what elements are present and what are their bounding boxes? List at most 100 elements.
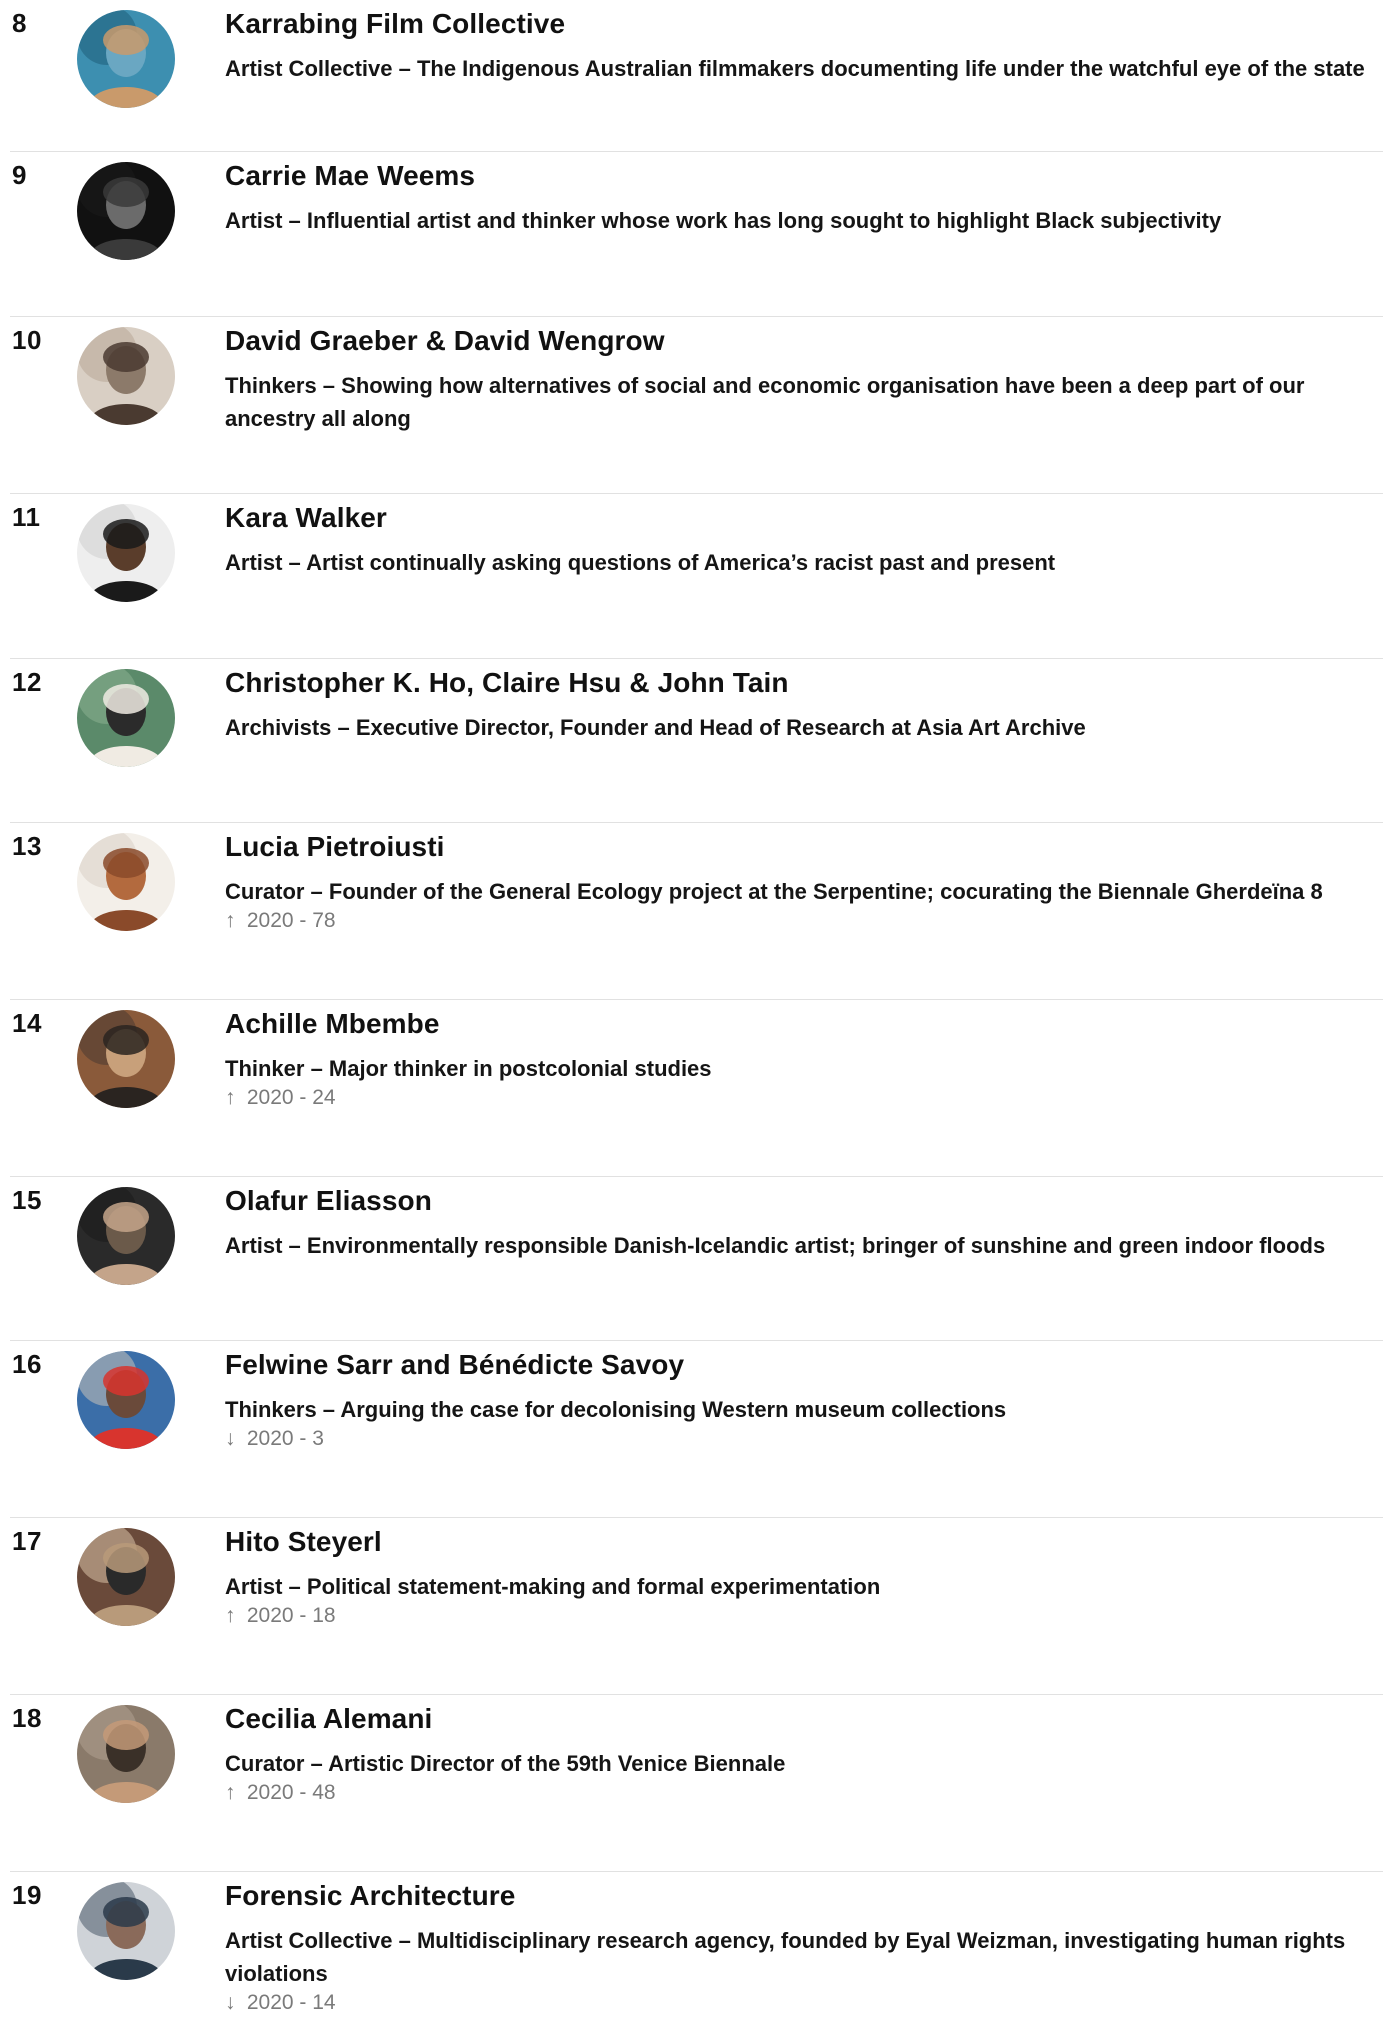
entry-text: Karrabing Film Collective Artist Collecti…: [225, 8, 1375, 85]
avatar[interactable]: [77, 162, 175, 260]
entry-text: Christopher K. Ho, Claire Hsu & John Tai…: [225, 667, 1375, 744]
ranking-change: ↑ 2020 - 48: [225, 1779, 1375, 1807]
ranking-change-text: 2020 - 3: [246, 1427, 324, 1450]
ranking-change: ↑ 2020 - 24: [225, 1084, 1375, 1112]
list-item[interactable]: 15 Olafur Eliasson Artist – Environmental…: [10, 1177, 1383, 1341]
entry-name[interactable]: Achille Mbembe: [225, 1008, 1375, 1040]
ranking-change-text: 2020 - 48: [246, 1781, 336, 1804]
arrow-down-icon: ↓: [225, 1991, 236, 2014]
entry-text: Carrie Mae Weems Artist – Influential art…: [225, 160, 1375, 237]
kara-walker-portrait-icon: [77, 504, 175, 602]
entry-text: Hito Steyerl Artist – Political statement…: [225, 1526, 1375, 1630]
entry-description: Artist Collective – Multidisciplinary re…: [225, 1928, 1346, 1986]
rank-number: 8: [12, 8, 27, 38]
entry-description: Thinker – Major thinker in postcolonial …: [225, 1056, 712, 1081]
list-item[interactable]: 12 Christopher K. Ho, Claire Hsu & John …: [10, 659, 1383, 823]
entry-text: David Graeber & David Wengrow Thinkers – …: [225, 325, 1375, 435]
olafur-eliasson-portrait-icon: [77, 1187, 175, 1285]
avatar[interactable]: [77, 1010, 175, 1108]
rank-number: 16: [12, 1349, 42, 1379]
graeber-wengrow-portrait-icon: [77, 327, 175, 425]
arrow-up-icon: ↑: [225, 909, 236, 932]
entry-description: Curator – Artistic Director of the 59th …: [225, 1751, 786, 1776]
entry-description: Artist – Political statement-making and …: [225, 1574, 881, 1599]
ranking-change-text: 2020 - 24: [246, 1086, 336, 1109]
entry-description: Artist Collective – The Indigenous Austr…: [225, 56, 1365, 81]
arrow-up-icon: ↑: [225, 1086, 236, 1109]
entry-description: Curator – Founder of the General Ecology…: [225, 879, 1323, 904]
ranking-change-text: 2020 - 78: [246, 909, 336, 932]
carrie-mae-weems-portrait-icon: [77, 162, 175, 260]
rank-number: 19: [12, 1880, 42, 1910]
entry-name[interactable]: Christopher K. Ho, Claire Hsu & John Tai…: [225, 667, 1375, 699]
list-item[interactable]: 16 Felwine Sarr and Bénédicte Savoy Think…: [10, 1341, 1383, 1518]
achille-mbembe-portrait-icon: [77, 1010, 175, 1108]
entry-name[interactable]: Cecilia Alemani: [225, 1703, 1375, 1735]
rank-number: 10: [12, 325, 42, 355]
list-item[interactable]: 8 Karrabing Film Collective Artist Collec…: [10, 0, 1383, 152]
ranking-change: ↑ 2020 - 18: [225, 1602, 1375, 1630]
cecilia-alemani-portrait-icon: [77, 1705, 175, 1803]
ranking-change-text: 2020 - 14: [246, 1991, 336, 2014]
rank-number: 13: [12, 831, 42, 861]
entry-name[interactable]: David Graeber & David Wengrow: [225, 325, 1375, 357]
entry-name[interactable]: Karrabing Film Collective: [225, 8, 1375, 40]
arrow-down-icon: ↓: [225, 1427, 236, 1450]
entry-name[interactable]: Olafur Eliasson: [225, 1185, 1375, 1217]
entry-text: Lucia Pietroiusti Curator – Founder of th…: [225, 831, 1375, 935]
list-item[interactable]: 13 Lucia Pietroiusti Curator – Founder of…: [10, 823, 1383, 1000]
arrow-up-icon: ↑: [225, 1604, 236, 1627]
avatar[interactable]: [77, 1187, 175, 1285]
hito-steyerl-portrait-icon: [77, 1528, 175, 1626]
list-item[interactable]: 19 Forensic Architecture Artist Collectiv…: [10, 1872, 1383, 2042]
karrabing-photo-icon: [77, 10, 175, 108]
avatar[interactable]: [77, 327, 175, 425]
entry-description: Artist – Influential artist and thinker …: [225, 208, 1222, 233]
avatar[interactable]: [77, 1528, 175, 1626]
entry-name[interactable]: Hito Steyerl: [225, 1526, 1375, 1558]
list-item[interactable]: 9 Carrie Mae Weems Artist – Influential a…: [10, 152, 1383, 317]
entry-description: Thinkers – Showing how alternatives of s…: [225, 373, 1305, 431]
entry-description: Artist – Environmentally responsible Dan…: [225, 1233, 1326, 1258]
entry-description: Thinkers – Arguing the case for decoloni…: [225, 1397, 1007, 1422]
asia-art-archive-portrait-icon: [77, 669, 175, 767]
ranking-change: ↓ 2020 - 14: [225, 1989, 1375, 2017]
avatar[interactable]: [77, 669, 175, 767]
avatar[interactable]: [77, 10, 175, 108]
avatar[interactable]: [77, 504, 175, 602]
entry-text: Felwine Sarr and Bénédicte Savoy Thinkers…: [225, 1349, 1375, 1453]
entry-name[interactable]: Kara Walker: [225, 502, 1375, 534]
list-item[interactable]: 17 Hito Steyerl Artist – Political statem…: [10, 1518, 1383, 1695]
avatar[interactable]: [77, 1882, 175, 1980]
entry-name[interactable]: Felwine Sarr and Bénédicte Savoy: [225, 1349, 1375, 1381]
sarr-savoy-portrait-icon: [77, 1351, 175, 1449]
entry-description: Archivists – Executive Director, Founder…: [225, 715, 1086, 740]
rank-number: 15: [12, 1185, 42, 1215]
forensic-architecture-group-photo-icon: [77, 1882, 175, 1980]
avatar[interactable]: [77, 1705, 175, 1803]
rank-number: 9: [12, 160, 27, 190]
list-item[interactable]: 14 Achille Mbembe Thinker – Major thinker…: [10, 1000, 1383, 1177]
entry-name[interactable]: Forensic Architecture: [225, 1880, 1375, 1912]
lucia-pietroiusti-portrait-icon: [77, 833, 175, 931]
ranking-change: ↑ 2020 - 78: [225, 907, 1375, 935]
entry-text: Cecilia Alemani Curator – Artistic Direct…: [225, 1703, 1375, 1807]
list-item[interactable]: 11 Kara Walker Artist – Artist continuall…: [10, 494, 1383, 659]
ranking-change: ↓ 2020 - 3: [225, 1425, 1375, 1453]
rank-number: 18: [12, 1703, 42, 1733]
rank-number: 11: [12, 502, 41, 532]
list-item[interactable]: 10 David Graeber & David Wengrow Thinkers…: [10, 317, 1383, 494]
entry-description: Artist – Artist continually asking quest…: [225, 550, 1056, 575]
entry-text: Kara Walker Artist – Artist continually a…: [225, 502, 1375, 579]
avatar[interactable]: [77, 833, 175, 931]
list-item[interactable]: 18 Cecilia Alemani Curator – Artistic Dir…: [10, 1695, 1383, 1872]
entry-text: Forensic Architecture Artist Collective –…: [225, 1880, 1375, 2017]
entry-text: Olafur Eliasson Artist – Environmentally …: [225, 1185, 1375, 1262]
rank-number: 12: [12, 667, 42, 697]
entry-name[interactable]: Lucia Pietroiusti: [225, 831, 1375, 863]
ranking-change-text: 2020 - 18: [246, 1604, 336, 1627]
entry-name[interactable]: Carrie Mae Weems: [225, 160, 1375, 192]
entry-text: Achille Mbembe Thinker – Major thinker in…: [225, 1008, 1375, 1112]
avatar[interactable]: [77, 1351, 175, 1449]
rank-number: 14: [12, 1008, 42, 1038]
